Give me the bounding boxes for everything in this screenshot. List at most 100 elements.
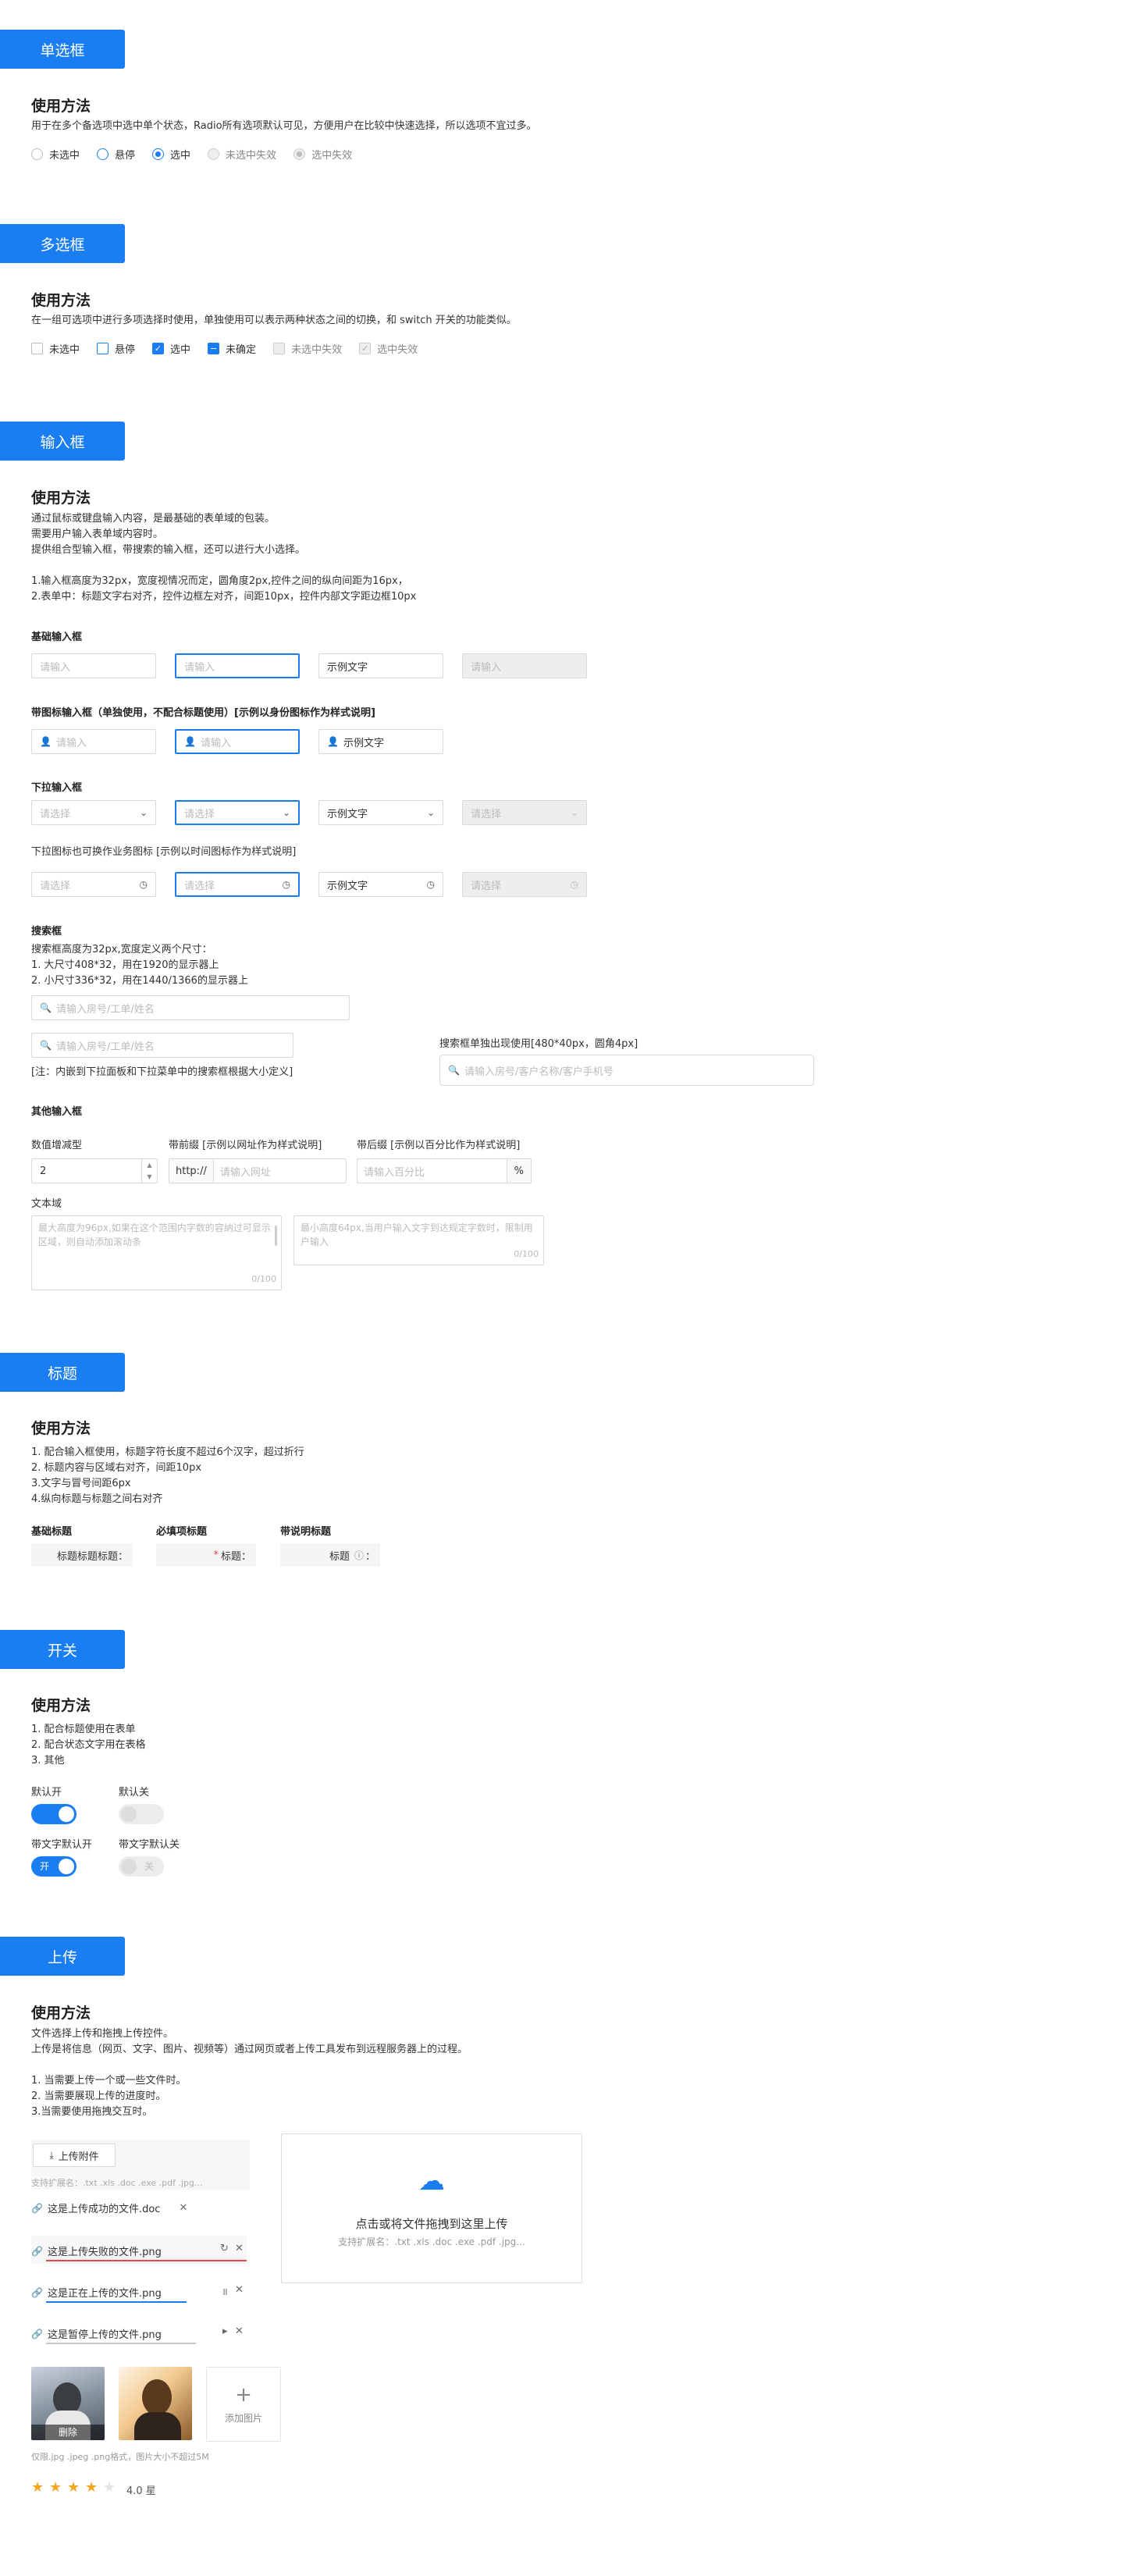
textarea-counter: 0/100 — [514, 1249, 539, 1259]
input-usage-title: 使用方法 — [31, 489, 91, 507]
suffix-input[interactable]: 请输入百分比 % — [357, 1158, 532, 1183]
basic-input-filled[interactable]: 示例文字 — [318, 653, 443, 678]
icon-input-default[interactable]: 👤 请输入 — [31, 729, 156, 754]
title-desc-2: 2. 标题内容与区域右对齐，间距10px — [31, 1462, 202, 1474]
star-icon[interactable]: ★ — [49, 2481, 62, 2495]
upload-ext-hint: 支持扩展名：.txt .xls .doc .exe .pdf .jpg... — [31, 2178, 203, 2188]
file-failed[interactable]: 🔗 这是上传失败的文件.png — [31, 2243, 162, 2259]
section-input-button[interactable]: 输入框 — [0, 422, 125, 461]
checkbox-indeterminate[interactable]: − 未确定 — [208, 341, 256, 356]
upload-desc-5: 3.当需要使用拖拽交互时。 — [31, 2106, 153, 2118]
radio-desc: 用于在多个备选项中选中单个状态，Radio所有选项默认可见，方便用户在比较中快速… — [31, 120, 537, 132]
section-switch-button[interactable]: 开关 — [0, 1630, 125, 1669]
search-desc-3: 2. 小尺寸336*32，用在1440/1366的显示器上 — [31, 975, 248, 987]
switch-default-on[interactable] — [31, 1804, 76, 1824]
close-icon[interactable]: ✕ — [235, 2325, 244, 2337]
paperclip-icon: 🔗 — [31, 2245, 43, 2257]
star-icon[interactable]: ★ — [31, 2481, 44, 2495]
checkbox-unchecked[interactable]: 未选中 — [31, 341, 80, 356]
required-title-label: 必填项标题 — [156, 1526, 208, 1538]
time-select-filled[interactable]: 示例文字 ◷ — [318, 872, 443, 897]
section-upload-button[interactable]: 上传 — [0, 1937, 125, 1976]
search-desc-2: 1. 大尺寸408*32，用在1920的显示器上 — [31, 959, 219, 971]
icon-select-title: 下拉图标也可换作业务图标 [示例以时间图标作为样式说明] — [31, 846, 297, 858]
select-disabled: 请选择 ⌄ — [462, 800, 587, 825]
search-desc-1: 搜索框高度为32px,宽度定义两个尺寸： — [31, 944, 212, 955]
add-image-label: 添加图片 — [224, 2413, 262, 2424]
image-thumbnail-2[interactable] — [119, 2367, 192, 2440]
checkbox-disabled: 未选中失效 — [273, 341, 342, 356]
clock-icon: ◷ — [139, 879, 148, 890]
check-icon: ✓ — [359, 343, 372, 354]
chevron-down-icon: ⌄ — [282, 807, 290, 818]
drag-upload-hint: 支持扩展名：.txt .xls .doc .exe .pdf .jpg... — [338, 2236, 525, 2247]
radio-usage-title: 使用方法 — [31, 98, 91, 115]
textarea-min[interactable]: 最小高度64px,当用户输入文字到达规定字数时，限制用户输入 0/100 — [293, 1215, 544, 1265]
upload-desc-4: 2. 当需要展现上传的进度时。 — [31, 2090, 166, 2102]
basic-input-default[interactable]: 请输入 — [31, 653, 156, 678]
time-select-default[interactable]: 请选择 ◷ — [31, 872, 156, 897]
scrollbar[interactable] — [275, 1226, 277, 1246]
search-input-small[interactable]: 🔍 请输入房号/工单/姓名 — [31, 1033, 293, 1058]
rating-text: 4.0 星 — [126, 2485, 156, 2497]
retry-icon[interactable]: ↻ — [220, 2243, 229, 2254]
search-note: [注：内嵌到下拉面板和下拉菜单中的搜索框根据大小定义] — [31, 1066, 293, 1078]
textarea-max[interactable]: 最大高度为96px,如果在这个范围内字数的容纳过可显示区域，则自动添加滚动条 0… — [31, 1215, 282, 1290]
number-input[interactable]: 2 ▲ ▼ — [31, 1158, 158, 1183]
basic-input-focus[interactable]: 请输入 — [175, 653, 300, 678]
basic-title-label: 基础标题 — [31, 1526, 73, 1538]
radio-checked[interactable]: 选中 — [152, 147, 190, 162]
select-filled[interactable]: 示例文字 ⌄ — [318, 800, 443, 825]
upload-attachment-button[interactable]: ⤓ 上传附件 — [33, 2144, 116, 2167]
select-default[interactable]: 请选择 ⌄ — [31, 800, 156, 825]
minus-icon: − — [208, 343, 220, 354]
play-icon[interactable]: ▸ — [222, 2325, 228, 2337]
title-desc-1: 1. 配合输入框使用，标题字符长度不超过6个汉字，超过折行 — [31, 1446, 304, 1458]
checkbox-hover[interactable]: 悬停 — [97, 341, 135, 356]
pause-icon[interactable]: ॥ — [222, 2284, 228, 2298]
search-input-single[interactable]: 🔍 请输入房号/客户名称/客户手机号 — [439, 1055, 814, 1086]
close-icon[interactable]: ✕ — [179, 2202, 187, 2214]
section-checkbox-button[interactable]: 多选框 — [0, 224, 125, 263]
file-success[interactable]: 🔗 这是上传成功的文件.doc ✕ — [31, 2201, 187, 2215]
radio-unchecked[interactable]: 未选中 — [31, 147, 80, 162]
check-icon: ✓ — [152, 343, 165, 354]
icon-input-focus[interactable]: 👤 请输入 — [175, 729, 300, 754]
title-usage-title: 使用方法 — [31, 1420, 91, 1437]
upload-desc-1: 文件选择上传和拖拽上传控件。 — [31, 2028, 174, 2040]
switch-text-off[interactable]: 关 — [119, 1856, 164, 1877]
star-icon[interactable]: ★ — [103, 2481, 116, 2495]
input-desc-1: 通过鼠标或键盘输入内容，是最基础的表单域的包装。 — [31, 513, 276, 525]
add-image-button[interactable]: + 添加图片 — [206, 2367, 281, 2442]
prefix-input[interactable]: http:// 请输入网址 — [169, 1158, 347, 1183]
section-radio-button[interactable]: 单选框 — [0, 30, 125, 69]
question-circle-icon[interactable]: ⓘ — [354, 1549, 364, 1562]
help-title-demo: 标题 ⓘ： — [280, 1543, 380, 1567]
select-focus[interactable]: 请选择 ⌄ — [175, 800, 300, 825]
time-select-disabled: 请选择 ◷ — [462, 872, 587, 897]
switch-desc-3: 3. 其他 — [31, 1755, 65, 1767]
search-icon: 🔍 — [40, 1002, 52, 1013]
star-icon[interactable]: ★ — [85, 2481, 98, 2495]
star-icon[interactable]: ★ — [67, 2481, 80, 2495]
chevron-up-icon: ▲ — [147, 1162, 152, 1169]
switch-default-off[interactable] — [119, 1804, 164, 1824]
close-icon[interactable]: ✕ — [235, 2243, 244, 2254]
close-icon[interactable]: ✕ — [235, 2284, 244, 2296]
checkbox-checked[interactable]: ✓ 选中 — [152, 341, 190, 356]
stepper-arrows[interactable]: ▲ ▼ — [141, 1159, 157, 1183]
radio-hover[interactable]: 悬停 — [97, 147, 135, 162]
section-title-button[interactable]: 标题 — [0, 1353, 125, 1392]
switch-text-on[interactable]: 开 — [31, 1856, 76, 1877]
time-select-focus[interactable]: 请选择 ◷ — [175, 872, 300, 897]
icon-input-filled[interactable]: 👤 示例文字 — [318, 729, 443, 754]
delete-image-button[interactable]: 删除 — [31, 2425, 105, 2440]
file-uploading[interactable]: 🔗 这是正在上传的文件.png — [31, 2285, 162, 2300]
progress-bar-failed — [46, 2260, 247, 2261]
file-paused[interactable]: 🔗 这是暂停上传的文件.png — [31, 2326, 162, 2342]
checkbox-desc: 在一组可选项中进行多项选择时使用，单独使用可以表示两种状态之间的切换，和 swi… — [31, 315, 517, 326]
drag-upload-zone[interactable]: ☁ 点击或将文件拖拽到这里上传 支持扩展名：.txt .xls .doc .ex… — [281, 2133, 582, 2283]
image-thumbnail-1[interactable]: 删除 — [31, 2367, 105, 2440]
search-input-large[interactable]: 🔍 请输入房号/工单/姓名 — [31, 995, 350, 1020]
textarea-counter: 0/100 — [251, 1274, 276, 1284]
